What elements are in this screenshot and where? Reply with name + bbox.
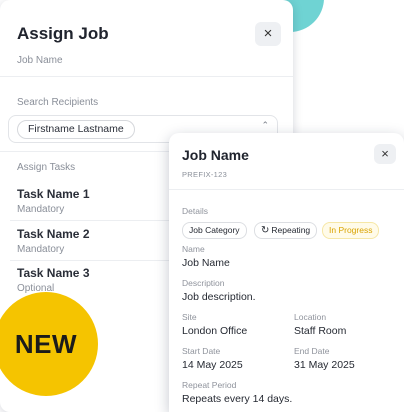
job-title: Job Name	[182, 147, 249, 163]
repeating-tag: ↻ Repeating	[254, 222, 318, 239]
site-label: Site	[182, 312, 197, 322]
task-item[interactable]: Task Name 2 Mandatory	[17, 227, 90, 255]
end-date-value: 31 May 2025	[294, 359, 355, 371]
task-status: Mandatory	[17, 244, 65, 255]
close-button[interactable]: ×	[374, 144, 396, 164]
job-category-tag: Job Category	[182, 222, 247, 239]
close-button[interactable]: ×	[255, 22, 281, 46]
start-date-label: Start Date	[182, 346, 221, 356]
details-label: Details	[182, 206, 208, 216]
task-name: Task Name 3	[17, 266, 90, 280]
task-item[interactable]: Task Name 3 Optional	[17, 266, 90, 294]
description-value: Job description.	[182, 291, 256, 303]
divider	[0, 76, 293, 77]
end-date-label: End Date	[294, 346, 330, 356]
repeat-icon: ↻	[261, 225, 270, 236]
task-item[interactable]: Task Name 1 Mandatory	[17, 187, 90, 215]
task-name: Task Name 2	[17, 227, 90, 241]
location-label: Location	[294, 312, 327, 322]
job-reference: PREFIX-123	[182, 170, 228, 179]
dialog-subtitle: Job Name	[17, 55, 63, 66]
close-icon: ×	[263, 25, 273, 42]
name-value: Job Name	[182, 257, 230, 269]
job-detail-panel: Job Name × PREFIX-123 Details Job Catego…	[169, 133, 404, 412]
location-value: Staff Room	[294, 325, 347, 337]
task-name: Task Name 1	[17, 187, 90, 201]
close-icon: ×	[381, 146, 389, 161]
start-date-value: 14 May 2025	[182, 359, 243, 371]
status-badge: In Progress	[322, 222, 380, 239]
repeat-period-value: Repeats every 14 days.	[182, 393, 293, 405]
repeating-tag-label: Repeating	[271, 225, 311, 235]
search-recipients-label: Search Recipients	[17, 97, 99, 108]
assign-tasks-label: Assign Tasks	[17, 162, 76, 173]
divider	[169, 189, 404, 190]
task-status: Mandatory	[17, 204, 65, 215]
description-label: Description	[182, 278, 225, 288]
repeat-period-label: Repeat Period	[182, 380, 237, 390]
recipient-chip[interactable]: Firstname Lastname	[17, 120, 135, 139]
dialog-title: Assign Job	[17, 24, 109, 43]
name-label: Name	[182, 244, 205, 254]
site-value: London Office	[182, 325, 248, 337]
